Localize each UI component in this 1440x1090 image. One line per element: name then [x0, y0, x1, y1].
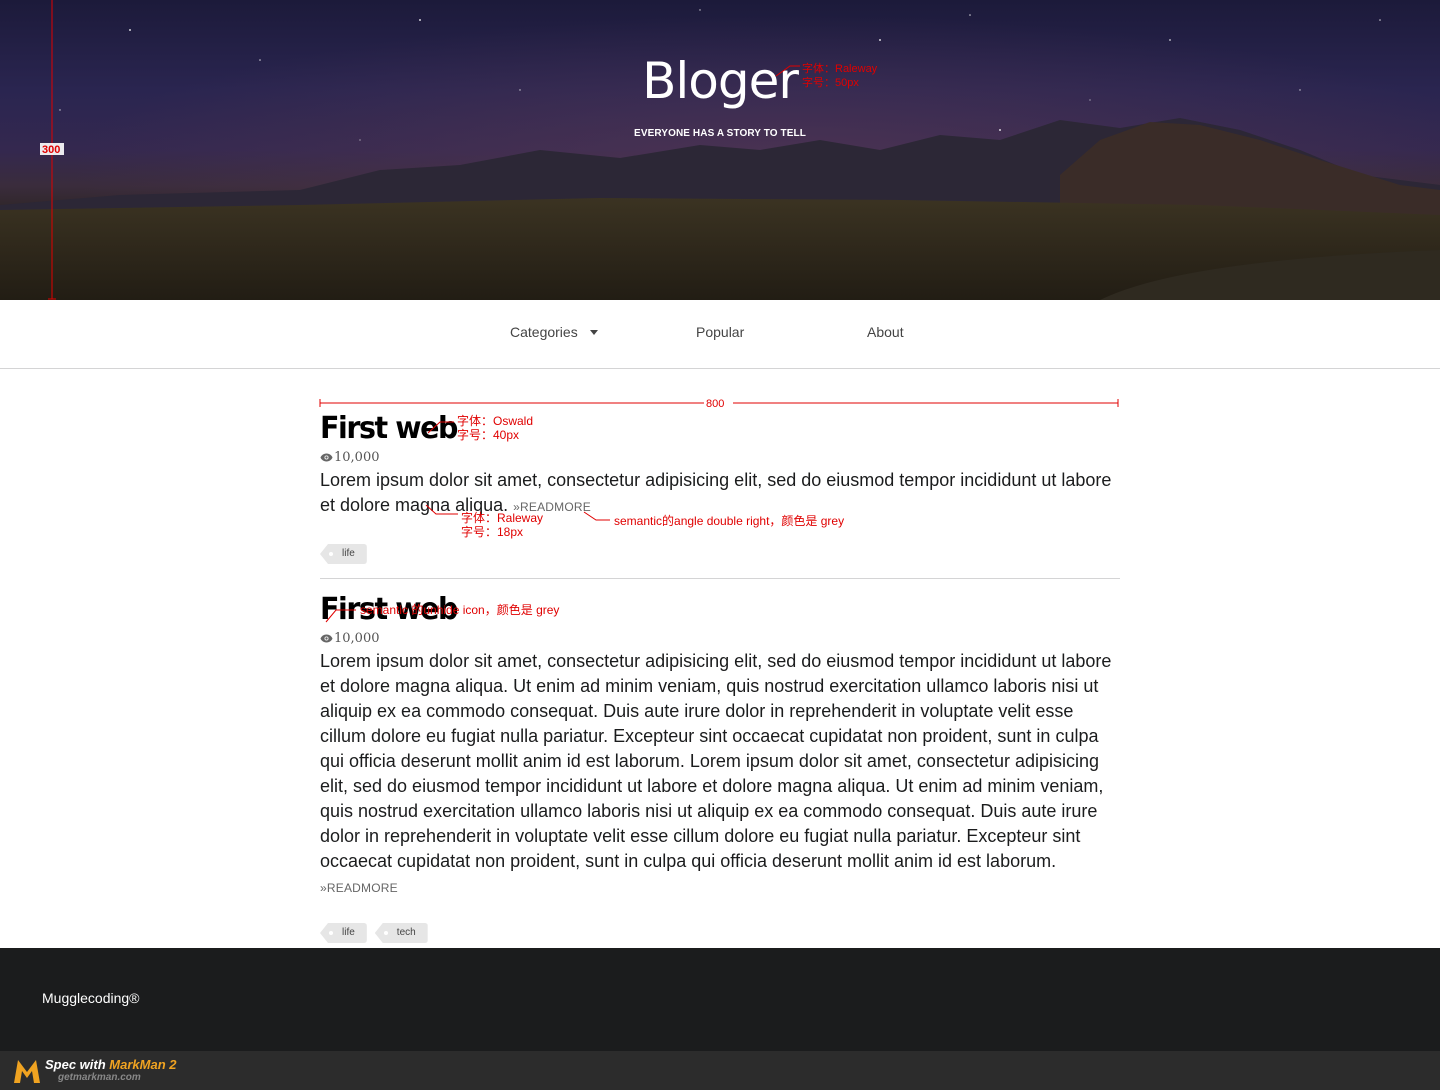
post-title[interactable]: First web — [320, 409, 1080, 449]
nav-item-about[interactable]: About — [867, 324, 904, 340]
spec-body-size: 字号：18px — [461, 525, 524, 539]
markman-logo-icon — [14, 1060, 40, 1083]
spec-eye-note: semantic 的unhide icon，颜色是 grey — [360, 603, 560, 617]
view-count-value: 10,000 — [334, 449, 380, 465]
main-nav: Categories Popular About — [0, 300, 1440, 369]
post-excerpt: Lorem ipsum dolor sit amet, consectetur … — [320, 468, 1120, 520]
site-footer: Mugglecoding® — [0, 948, 1440, 1051]
post-excerpt: Lorem ipsum dolor sit amet, consectetur … — [320, 649, 1120, 901]
post-list: First web 10,000 Lorem ipsum dolor sit a… — [320, 369, 1120, 943]
site-tagline: EVERYONE HAS A STORY TO TELL — [634, 128, 806, 139]
view-count: 10,000 — [320, 449, 1120, 465]
nav-item-label: Categories — [510, 324, 578, 340]
markman-label: Spec with MarkMan 2 — [45, 1057, 177, 1072]
spec-content-width: 800 — [706, 398, 725, 410]
post-card: First web 10,000 Lorem ipsum dolor sit a… — [320, 579, 1120, 943]
spec-body-font: 字体：Raleway — [461, 511, 544, 525]
view-count-value: 10,000 — [334, 630, 380, 646]
eye-icon — [320, 453, 333, 461]
nav-item-popular[interactable]: Popular — [696, 324, 744, 340]
post-excerpt-text: Lorem ipsum dolor sit amet, consectetur … — [320, 651, 1112, 871]
spec-post-title-font: 字体：Oswald — [457, 414, 534, 428]
spec-title-font: 字体：Raleway — [802, 63, 878, 75]
spec-post-title-size: 字号：40px — [457, 428, 520, 442]
tag-life[interactable]: life — [320, 544, 367, 564]
eye-icon — [320, 634, 333, 642]
night-landscape-image — [0, 0, 1440, 300]
nav-item-categories[interactable]: Categories — [510, 324, 598, 340]
tag-life[interactable]: life — [320, 923, 367, 943]
markman-bar: Spec with MarkMan 2 getmarkman.com — [0, 1051, 1440, 1090]
markman-name: MarkMan 2 — [109, 1057, 177, 1072]
spec-readmore-note: semantic的angle double right，颜色是 grey — [614, 514, 845, 528]
nav-item-label: Popular — [696, 324, 745, 340]
spec-hero-height: 300 — [42, 144, 61, 156]
tag-list: life — [320, 544, 1120, 564]
markman-url: getmarkman.com — [58, 1072, 141, 1083]
footer-brand: Mugglecoding® — [42, 990, 140, 1006]
tag-list: life tech — [320, 923, 1120, 943]
hero-banner: Bloger EVERYONE HAS A STORY TO TELL — [0, 0, 1440, 300]
tag-tech[interactable]: tech — [374, 923, 428, 943]
readmore-link[interactable]: »READMORE — [320, 881, 398, 895]
nav-item-label: About — [867, 324, 904, 340]
spec-title-size: 字号：50px — [802, 77, 859, 89]
markman-prefix: Spec with — [45, 1057, 110, 1072]
view-count: 10,000 — [320, 630, 1120, 646]
caret-down-icon — [589, 330, 598, 335]
site-title: Bloger — [642, 52, 799, 110]
post-excerpt-text: Lorem ipsum dolor sit amet, consectetur … — [320, 470, 1112, 515]
